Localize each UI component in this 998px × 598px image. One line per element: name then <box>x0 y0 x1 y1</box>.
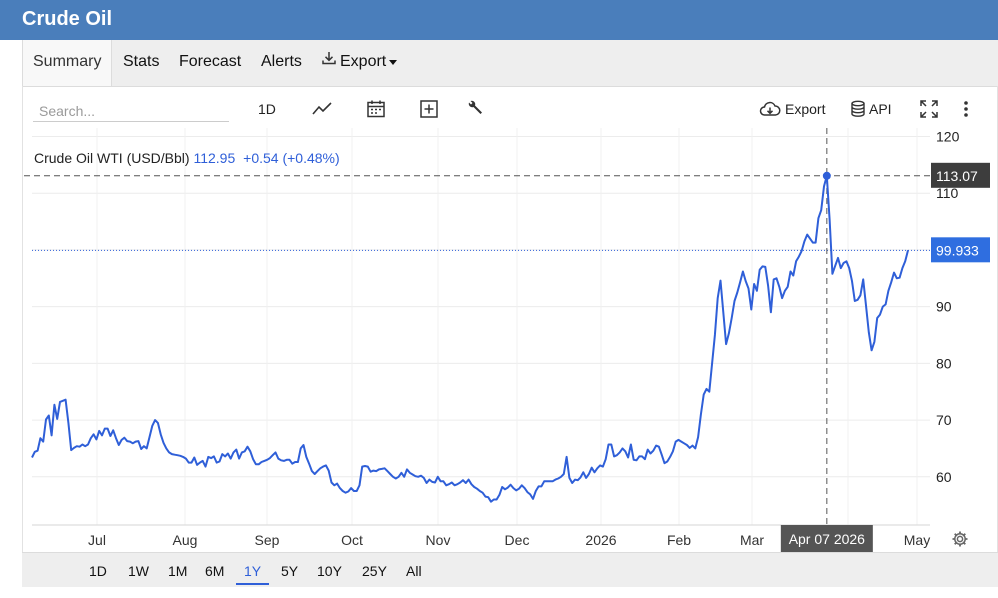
grid-lines <box>32 128 930 526</box>
range-selector: 1D 1W 1M 6M 1Y 5Y 10Y 25Y All <box>22 552 998 587</box>
crosshair-date-label: Apr 07 2026 <box>789 531 865 547</box>
gear-icon[interactable] <box>951 530 969 553</box>
x-tick-label: Nov <box>426 532 451 548</box>
last-price-label: 99.933 <box>936 242 979 258</box>
y-tick-label: 80 <box>936 355 952 371</box>
range-6m[interactable]: 6M <box>205 563 224 579</box>
range-all[interactable]: All <box>406 563 422 579</box>
x-tick-label: 2026 <box>585 532 616 548</box>
legend-price: 112.95 <box>193 150 236 166</box>
range-1d[interactable]: 1D <box>89 563 107 579</box>
x-tick-label: Mar <box>740 532 764 548</box>
y-tick-label: 60 <box>936 469 952 485</box>
crosshair-price-label: 113.07 <box>936 168 978 184</box>
x-tick-label: Feb <box>667 532 691 548</box>
range-5y[interactable]: 5Y <box>281 563 298 579</box>
x-tick-label: Aug <box>173 532 198 548</box>
x-tick-label: Oct <box>341 532 363 548</box>
price-chart[interactable]: 60708090100110120 JulAugSepOctNovDec2026… <box>0 0 998 593</box>
crosshair-point <box>822 171 831 180</box>
range-1w[interactable]: 1W <box>128 563 149 579</box>
price-series-line <box>31 174 909 503</box>
x-tick-label: Dec <box>505 532 530 548</box>
range-1y[interactable]: 1Y <box>236 563 270 585</box>
y-tick-label: 120 <box>936 129 960 145</box>
legend-series-name: Crude Oil WTI (USD/Bbl) <box>34 150 190 166</box>
range-10y[interactable]: 10Y <box>317 563 342 579</box>
y-tick-label: 70 <box>936 412 952 428</box>
chart-area: 60708090100110120 JulAugSepOctNovDec2026… <box>0 0 998 593</box>
series-legend: Crude Oil WTI (USD/Bbl) 112.95 +0.54 (+0… <box>34 150 340 166</box>
legend-change: +0.54 (+0.48%) <box>243 150 340 166</box>
range-25y[interactable]: 25Y <box>362 563 387 579</box>
x-tick-label: Sep <box>255 532 280 548</box>
x-tick-label: Jul <box>88 532 106 548</box>
y-tick-label: 90 <box>936 299 952 315</box>
x-tick-label: May <box>904 532 930 548</box>
range-1m[interactable]: 1M <box>168 563 187 579</box>
